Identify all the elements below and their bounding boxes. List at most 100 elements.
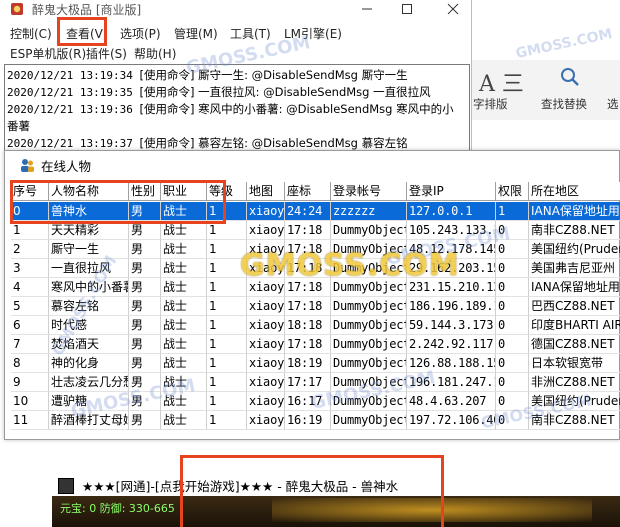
- cell-col-level: 1: [207, 335, 247, 354]
- cell-col-region: 非洲CZ88.NET: [529, 373, 620, 392]
- cell-col-coord: 17:18: [285, 335, 331, 354]
- ribbon-label-find-replace[interactable]: 查找替换: [541, 96, 587, 112]
- cell-col-account: DummyObject: [331, 411, 407, 430]
- cell-col-perm: 0: [496, 354, 529, 373]
- menu-plugins[interactable]: 插件(S): [86, 45, 127, 62]
- table-row[interactable]: 6时代感男战士1xiaoyu18:18DummyObject59.144.3.1…: [11, 316, 620, 335]
- cell-col-gender: 男: [129, 335, 161, 354]
- cell-col-name: 焚焰酒天: [49, 335, 129, 354]
- cell-col-ip: 126.88.188.152: [407, 354, 496, 373]
- cell-col-name: 寒风中的小番薯: [49, 278, 129, 297]
- cell-col-coord: 17:17: [285, 373, 331, 392]
- ribbon-label-layout[interactable]: 字排版: [473, 96, 508, 112]
- cell-col-coord: 18:19: [285, 354, 331, 373]
- header-col-map[interactable]: 地图: [247, 182, 285, 201]
- cell-col-region: 美国纽约(Pruden: [529, 240, 620, 259]
- cell-col-region: 印度BHARTI AIRT: [529, 316, 620, 335]
- log-line: 2020/12/21 13:19:34 [使用命令] 厮守一生: @Disabl…: [7, 68, 408, 82]
- cell-col-level: 1: [207, 392, 247, 411]
- cell-col-job: 战士: [161, 297, 207, 316]
- cell-col-gender: 男: [129, 354, 161, 373]
- cell-col-job: 战士: [161, 278, 207, 297]
- cell-col-level: 1: [207, 297, 247, 316]
- cell-col-map: xiaoyu: [247, 202, 285, 221]
- cell-col-ip: 2.242.92.117: [407, 335, 496, 354]
- minimize-icon[interactable]: [352, 0, 382, 18]
- menu-tools[interactable]: 工具(T): [230, 25, 271, 42]
- game-status-text: 元宝: 0 防御: 330-665: [60, 502, 175, 515]
- cell-col-map: xiaoyu: [247, 411, 285, 430]
- cell-col-account: zzzzzz: [331, 202, 407, 221]
- menu-manage[interactable]: 管理(M): [174, 25, 218, 42]
- highlight-view-menu: [57, 17, 107, 46]
- header-col-region[interactable]: 所在地区: [529, 182, 620, 201]
- cell-col-gender: 男: [129, 392, 161, 411]
- cell-col-coord: 17:18: [285, 221, 331, 240]
- menu-control[interactable]: 控制(C): [10, 25, 52, 42]
- cell-col-level: 1: [207, 411, 247, 430]
- table-row[interactable]: 7焚焰酒天男战士1xiaoyu17:18DummyObject2.242.92.…: [11, 335, 620, 354]
- cell-col-job: 战士: [161, 316, 207, 335]
- cell-col-account: DummyObject: [331, 297, 407, 316]
- players-title-bar: 在线人物: [5, 151, 619, 179]
- menu-help[interactable]: 帮助(H): [134, 45, 176, 62]
- maximize-icon[interactable]: [392, 0, 422, 18]
- log-line: 2020/12/21 13:19:36 [使用命令] 寒风中的小番薯: @Dis…: [7, 102, 454, 116]
- cell-col-perm: 0: [496, 259, 529, 278]
- cell-col-account: DummyObject: [331, 316, 407, 335]
- cell-col-index: 4: [11, 278, 49, 297]
- cell-col-perm: 0: [496, 392, 529, 411]
- cell-col-gender: 男: [129, 316, 161, 335]
- search-icon[interactable]: [559, 66, 581, 88]
- cell-col-name: 神的化身: [49, 354, 129, 373]
- close-icon[interactable]: [438, 0, 468, 18]
- header-col-coord[interactable]: 座标: [285, 182, 331, 201]
- menu-esp[interactable]: ESP单机版(R): [10, 45, 86, 62]
- cell-col-perm: 0: [496, 297, 529, 316]
- cell-col-perm: 0: [496, 221, 529, 240]
- cell-col-level: 1: [207, 373, 247, 392]
- cell-col-account: DummyObject: [331, 373, 407, 392]
- background-ribbon: A 三 字排版 查找替换 选: [470, 60, 620, 120]
- table-row[interactable]: 9壮志凌云几分愁男战士1xiaoyu17:17DummyObject196.18…: [11, 373, 620, 392]
- cell-col-region: 德国CZ88.NET: [529, 335, 620, 354]
- watermark: GMOSS.COM: [514, 25, 614, 63]
- cell-col-coord: 16:19: [285, 411, 331, 430]
- header-col-account[interactable]: 登录帐号: [331, 182, 407, 201]
- cell-col-index: 3: [11, 259, 49, 278]
- cell-col-coord: 24:24: [285, 202, 331, 221]
- cell-col-index: 8: [11, 354, 49, 373]
- app-icon: [11, 3, 23, 15]
- cell-col-job: 战士: [161, 240, 207, 259]
- cell-col-perm: 0: [496, 316, 529, 335]
- menu-lm-engine[interactable]: LM引擎(E): [284, 25, 342, 42]
- cell-col-region: 南非CZ88.NET: [529, 221, 620, 240]
- cell-col-index: 10: [11, 392, 49, 411]
- cell-col-region: 美国弗吉尼亚州: [529, 259, 620, 278]
- cell-col-level: 1: [207, 354, 247, 373]
- header-col-perm[interactable]: 权限: [496, 182, 529, 201]
- cell-col-gender: 男: [129, 411, 161, 430]
- cell-col-region: 日本软银宽带: [529, 354, 620, 373]
- cell-col-ip: 48.4.63.207: [407, 392, 496, 411]
- cell-col-account: DummyObject: [331, 354, 407, 373]
- menu-options[interactable]: 选项(P): [120, 25, 161, 42]
- cell-col-account: DummyObject: [331, 335, 407, 354]
- table-row[interactable]: 8神的化身男战士1xiaoyu18:19DummyObject126.88.18…: [11, 354, 620, 373]
- cell-col-gender: 男: [129, 240, 161, 259]
- cell-col-ip: 196.181.247.179: [407, 373, 496, 392]
- ribbon-glyphs: A 三: [479, 72, 524, 97]
- table-row[interactable]: 10遭驴糖男战士1xiaoyu16:17DummyObject48.4.63.2…: [11, 392, 620, 411]
- log-panel[interactable]: 2020/12/21 13:19:34 [使用命令] 厮守一生: @Disabl…: [4, 64, 470, 156]
- header-col-ip[interactable]: 登录IP: [407, 182, 496, 201]
- watermark-large: GMOSS.COM: [240, 248, 460, 283]
- cell-col-region: 巴西CZ88.NET: [529, 297, 620, 316]
- table-row[interactable]: 11醉酒棒打丈母娘男战士1xiaoyu16:19DummyObject197.7…: [11, 411, 620, 430]
- cell-col-index: 6: [11, 316, 49, 335]
- cell-col-level: 1: [207, 316, 247, 335]
- cell-col-index: 11: [11, 411, 49, 430]
- table-row[interactable]: 5慕容左铭男战士1xiaoyu17:18DummyObject186.196.1…: [11, 297, 620, 316]
- cell-col-account: DummyObject: [331, 221, 407, 240]
- cell-col-name: 时代感: [49, 316, 129, 335]
- ribbon-label-select[interactable]: 选: [607, 96, 619, 112]
